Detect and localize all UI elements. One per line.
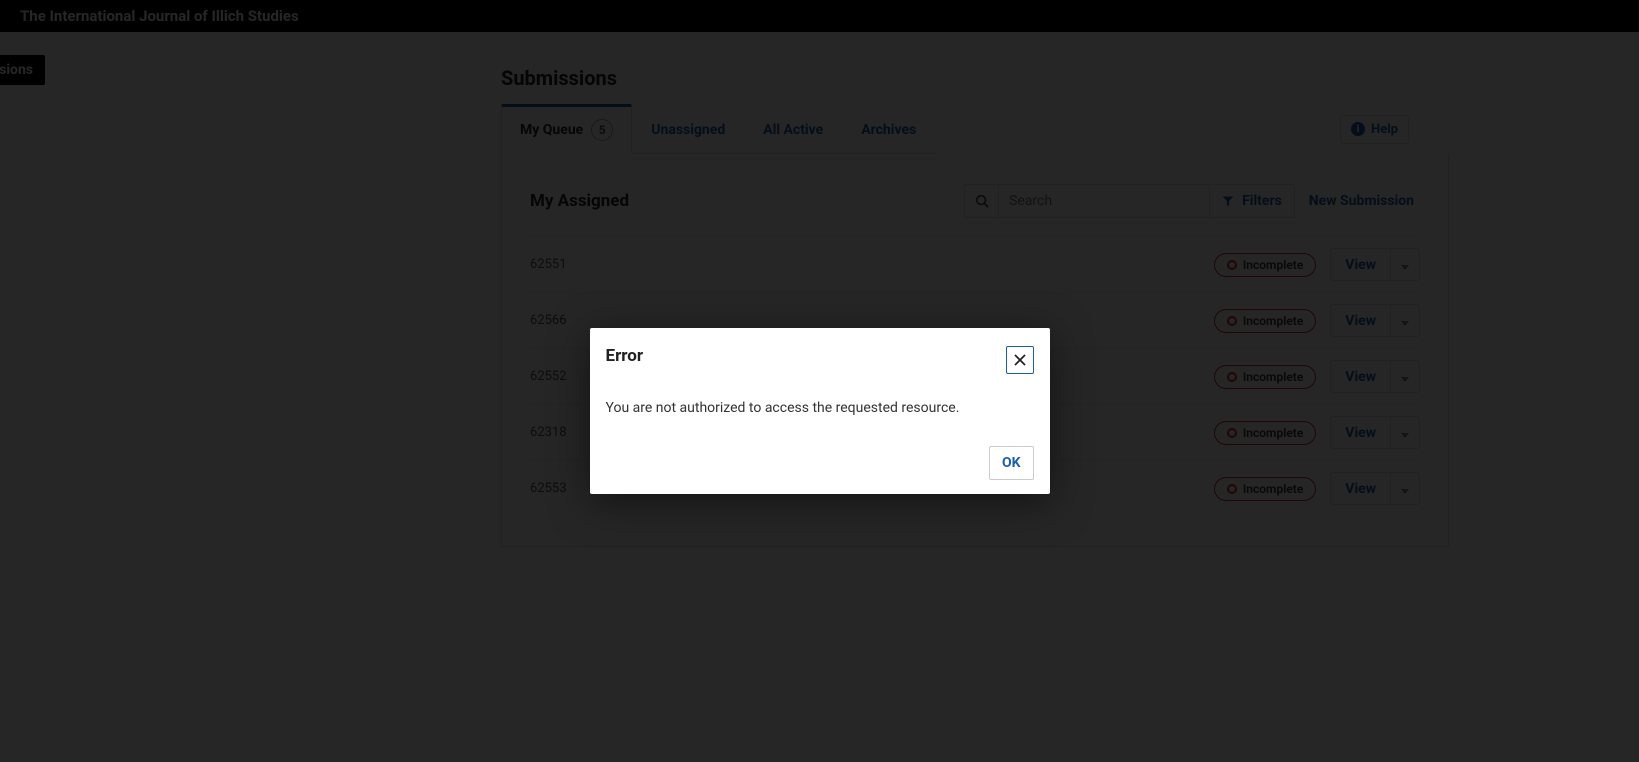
close-button[interactable] [1006, 346, 1034, 374]
modal-message: You are not authorized to access the req… [606, 374, 1034, 446]
close-icon [1014, 354, 1026, 366]
modal-title: Error [606, 346, 644, 366]
error-modal: Error You are not authorized to access t… [590, 328, 1050, 494]
ok-button[interactable]: OK [989, 446, 1034, 480]
